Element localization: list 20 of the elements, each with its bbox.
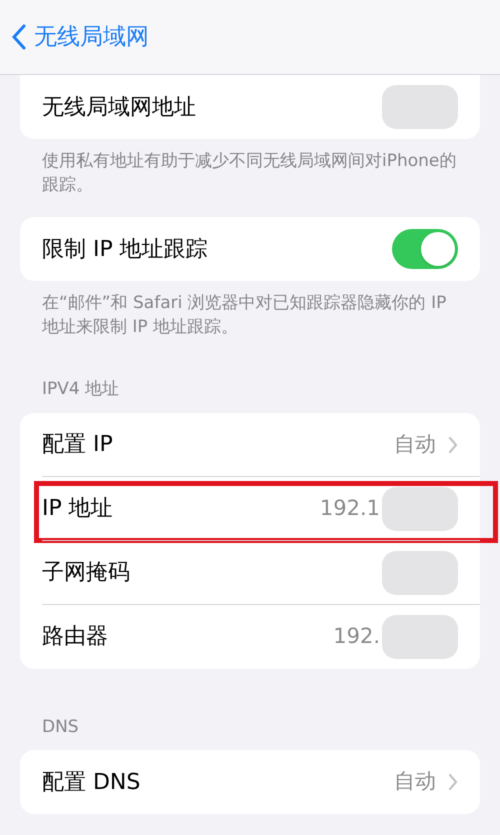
row-label: 子网掩码 (42, 559, 130, 587)
back-button[interactable]: 无线局域网 (12, 20, 149, 54)
row-label: 配置 DNS (42, 768, 140, 796)
row-value: 自动 (394, 768, 436, 796)
toggle-switch[interactable] (392, 229, 458, 269)
chevron-icon (448, 773, 458, 791)
section-footer: 使用私有地址有助于减少不同无线局域网间对iPhone的跟踪。 (20, 149, 480, 197)
row-label: IP 地址 (42, 495, 113, 523)
row-value: 192.1 (320, 494, 380, 522)
chevron-icon (448, 436, 458, 454)
back-chevron-icon (12, 24, 26, 50)
row-label: 限制 IP 地址跟踪 (42, 236, 208, 264)
row-value: 自动 (394, 430, 436, 458)
section-header: IPV4 地址 (41, 378, 120, 401)
section-header: DNS (41, 716, 80, 738)
row-label: 配置 IP (42, 431, 113, 459)
row-label: 无线局域网地址 (42, 94, 196, 122)
row-label: 路由器 (42, 623, 108, 651)
section-footer: 在“邮件”和 Safari 浏览器中对已知跟踪器隐藏你的 IP 地址来限制 IP 地址跟踪。 (20, 291, 480, 339)
row-value: 192. (333, 622, 380, 650)
